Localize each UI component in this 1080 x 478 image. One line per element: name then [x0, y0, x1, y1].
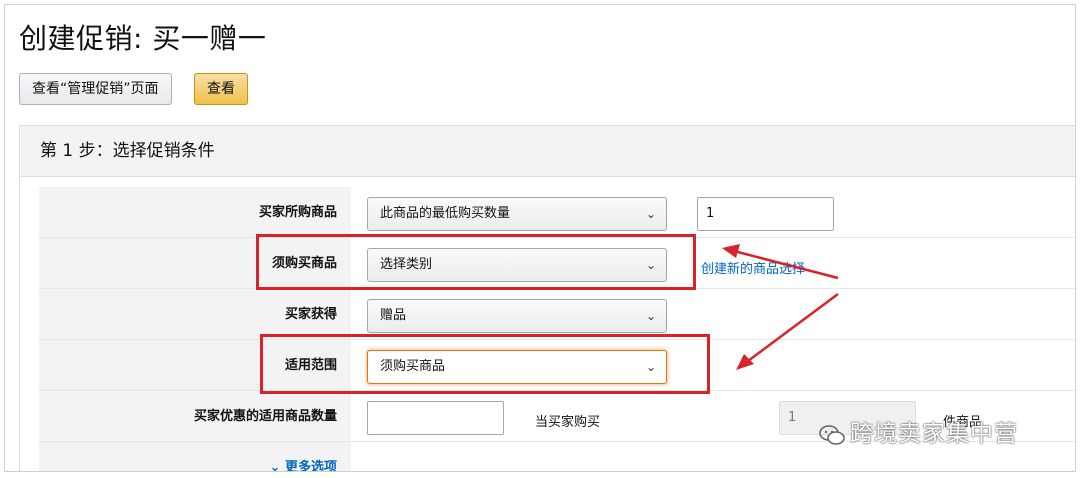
wechat-icon	[819, 424, 845, 445]
chevron-down-icon: ⌄	[645, 207, 656, 221]
label-cell: ⌄ 更多选项	[39, 442, 351, 472]
label-cell: 买家获得	[39, 289, 351, 339]
chevron-down-icon: ⌄	[269, 460, 281, 472]
annotation-box-purchased-items	[256, 234, 696, 290]
label-cell: 买家所购商品	[39, 187, 351, 237]
more-options-label: 更多选项	[284, 460, 337, 472]
buyer-gets-label: 买家获得	[284, 307, 337, 322]
manage-promotions-button[interactable]: 查看“管理促销”页面	[19, 73, 172, 105]
qualifying-quantity-input[interactable]	[367, 401, 504, 435]
label-cell: 买家优惠的适用商品数量	[39, 391, 351, 441]
min-quantity-input[interactable]: 1	[697, 197, 834, 231]
when-buyer-purchases-text: 当买家购买	[535, 415, 601, 430]
watermark: 跨境卖家集中营	[818, 414, 1018, 448]
buyer-purchases-select[interactable]: 此商品的最低购买数量 ⌄	[367, 197, 667, 231]
buyer-purchases-label: 买家所购商品	[258, 205, 337, 220]
view-button[interactable]: 查看	[194, 73, 248, 105]
create-product-selection-link[interactable]: 创建新的商品选择	[701, 258, 805, 277]
selected-value: 赠品	[380, 308, 407, 323]
step-header: 第 1 步：选择促销条件	[20, 126, 1075, 177]
chevron-down-icon: ⌄	[645, 309, 656, 323]
form-row-buyer-gets: 买家获得 赠品 ⌄	[39, 289, 1075, 340]
form-row-buyer-purchases: 买家所购商品 此商品的最低购买数量 ⌄ 1	[39, 187, 1075, 238]
more-options-toggle[interactable]: ⌄ 更多选项	[269, 456, 337, 472]
selected-value: 此商品的最低购买数量	[380, 206, 511, 221]
buyer-gets-select[interactable]: 赠品 ⌄	[367, 299, 667, 333]
qualifying-quantity-label: 买家优惠的适用商品数量	[193, 409, 337, 424]
page-title: 创建促销: 买一赠一	[19, 22, 267, 55]
annotation-box-applies-to	[260, 334, 710, 394]
watermark-text: 跨境卖家集中营	[850, 421, 1018, 447]
